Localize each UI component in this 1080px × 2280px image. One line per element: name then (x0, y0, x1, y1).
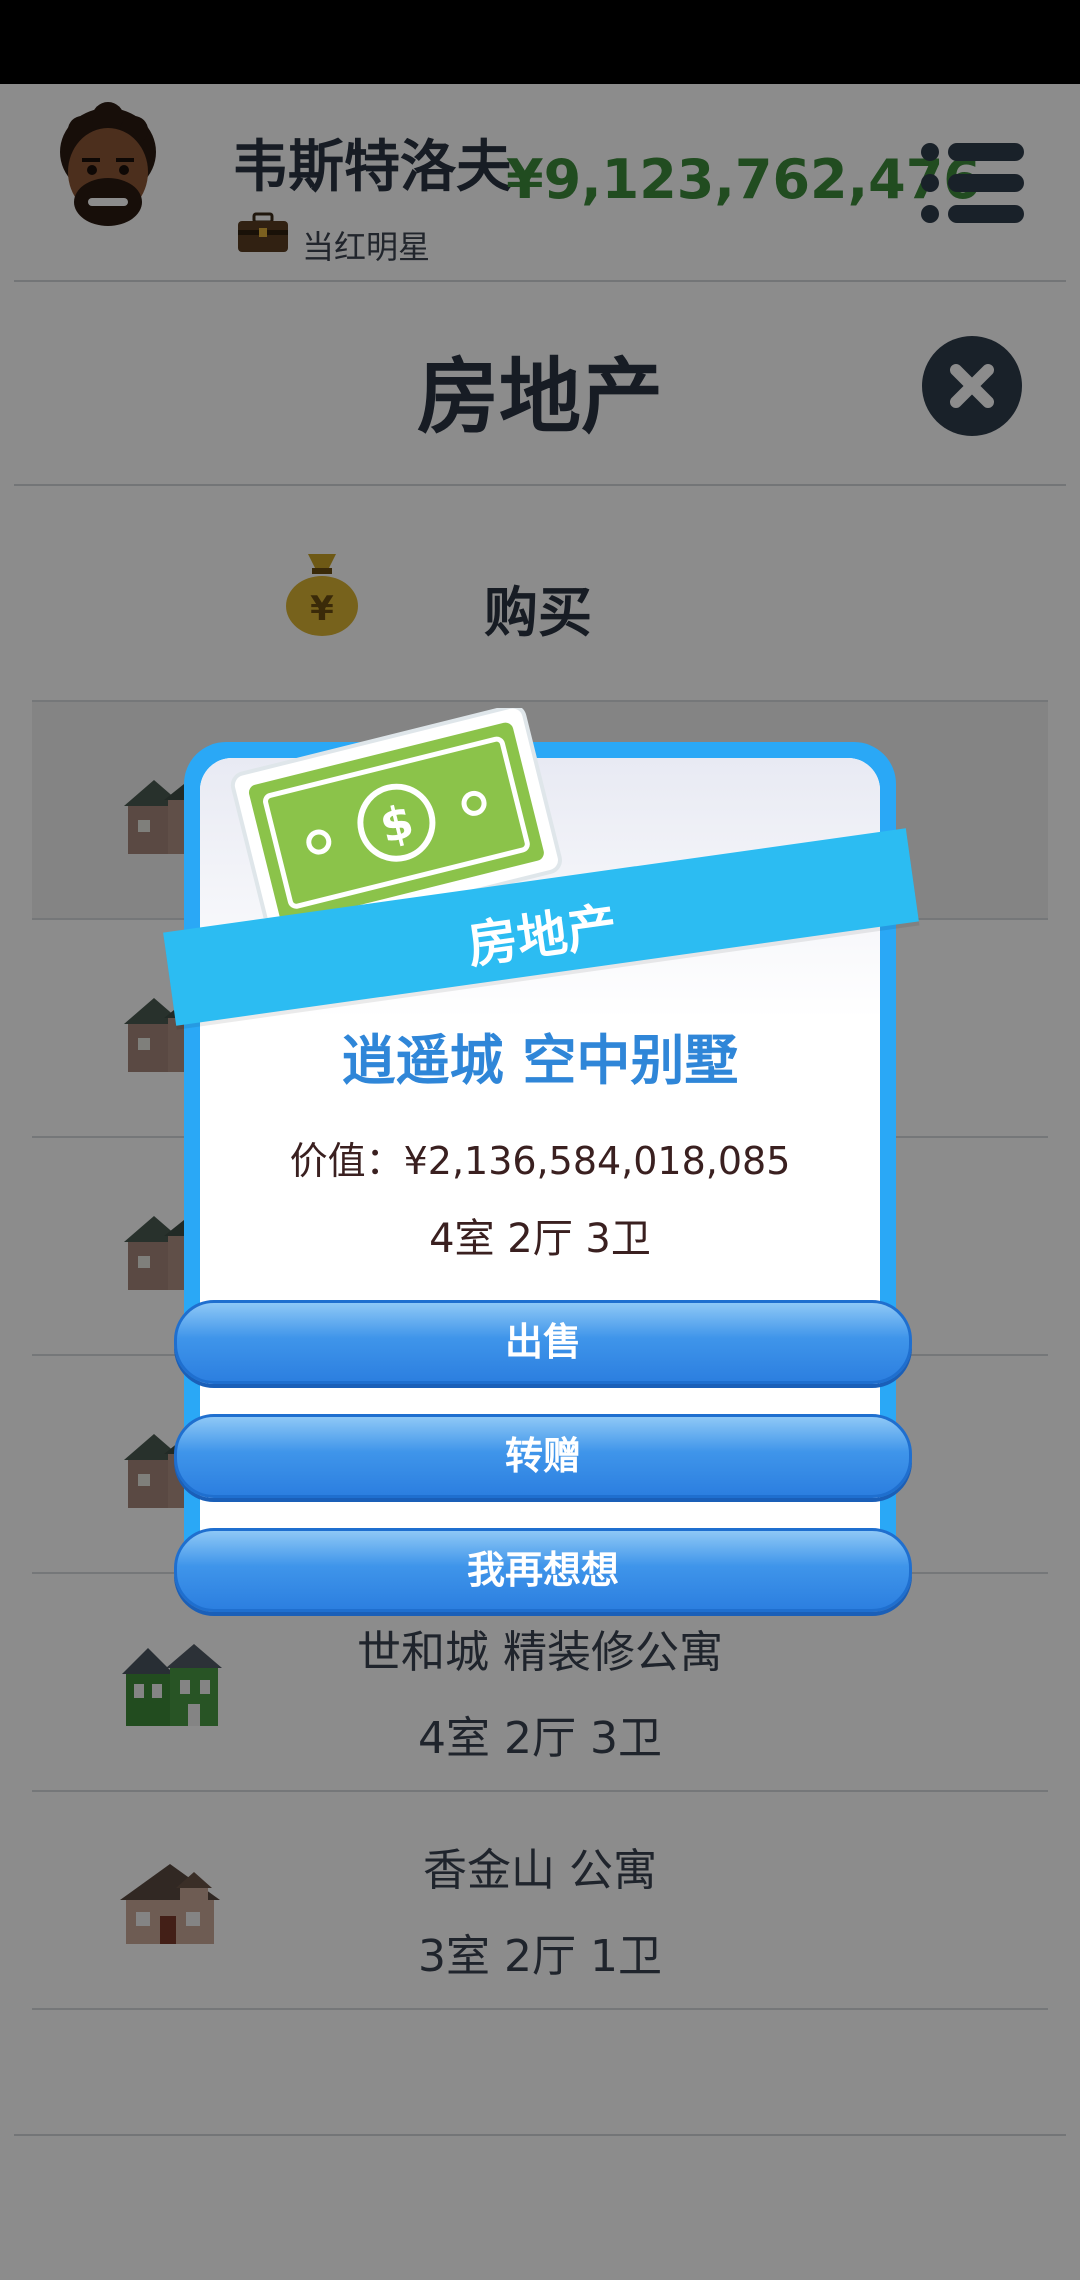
cancel-button-label: 我再想想 (466, 1548, 619, 1592)
cancel-button[interactable]: 我再想想 (174, 1528, 912, 1612)
dialog-property-rooms: 4室 2厅 3卫 (429, 1216, 651, 1262)
status-bar (0, 0, 1080, 84)
gift-button-label: 转赠 (504, 1434, 581, 1478)
dialog-property-name: 逍遥城 空中别墅 (341, 1029, 739, 1092)
gift-button[interactable]: 转赠 (174, 1414, 912, 1498)
dialog-property-value: 价值：¥2,136,584,018,085 (289, 1139, 791, 1183)
sell-button[interactable]: 出售 (174, 1300, 912, 1384)
sell-button-label: 出售 (504, 1320, 581, 1364)
